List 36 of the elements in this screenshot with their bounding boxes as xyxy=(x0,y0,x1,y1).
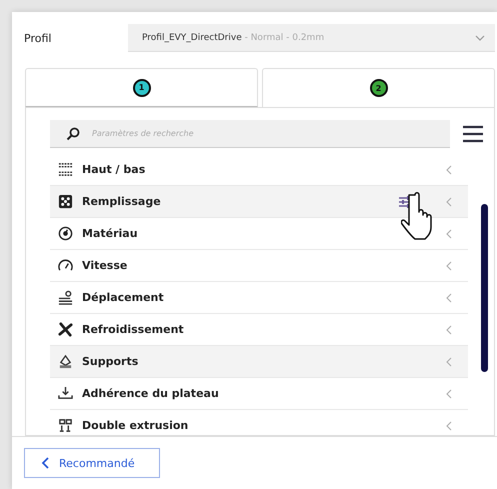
speedometer-icon xyxy=(58,258,73,273)
chevron-left-icon xyxy=(446,292,452,302)
search-field[interactable]: Paramètres de recherche xyxy=(50,120,450,148)
profile-label: Profil xyxy=(24,32,52,44)
profile-dropdown[interactable]: Profil_EVY_DirectDrive - Normal - 0.2mm xyxy=(128,24,495,52)
chevron-left-icon xyxy=(446,164,452,174)
category-item[interactable]: Vitesse xyxy=(50,250,468,282)
nozzles-icon xyxy=(58,418,73,433)
dice-icon xyxy=(58,194,73,209)
gauge-icon xyxy=(58,226,73,241)
extruder-badge: 2 xyxy=(370,79,388,97)
extruder-tab[interactable]: 2 xyxy=(262,68,495,108)
layers-icon xyxy=(58,162,73,177)
category-item[interactable]: Remplissage xyxy=(50,186,468,218)
extruder-tab[interactable]: 1 xyxy=(25,68,258,107)
category-item[interactable]: Déplacement xyxy=(50,282,468,314)
scrollbar[interactable] xyxy=(481,204,488,372)
menu-icon[interactable] xyxy=(462,125,484,143)
chevron-left-icon xyxy=(446,420,452,430)
chevron-left-icon xyxy=(446,196,452,206)
chevron-left-icon xyxy=(41,457,49,469)
category-item[interactable]: Supports xyxy=(50,346,468,378)
download-icon xyxy=(58,386,73,401)
chevron-left-icon xyxy=(446,260,452,270)
extruder-badge: 1 xyxy=(132,78,150,96)
recommended-button[interactable]: Recommandé xyxy=(24,448,160,478)
nozzle-icon xyxy=(58,290,73,305)
category-item[interactable]: Double extrusion xyxy=(50,410,468,435)
chevron-left-icon xyxy=(446,356,452,366)
chevron-left-icon xyxy=(446,228,452,238)
category-item[interactable]: Adhérence du plateau xyxy=(50,378,468,410)
search-icon xyxy=(66,127,80,141)
support-icon xyxy=(58,354,73,369)
chevron-left-icon xyxy=(446,324,452,334)
chevron-down-icon xyxy=(475,34,485,40)
chevron-left-icon xyxy=(446,388,452,398)
